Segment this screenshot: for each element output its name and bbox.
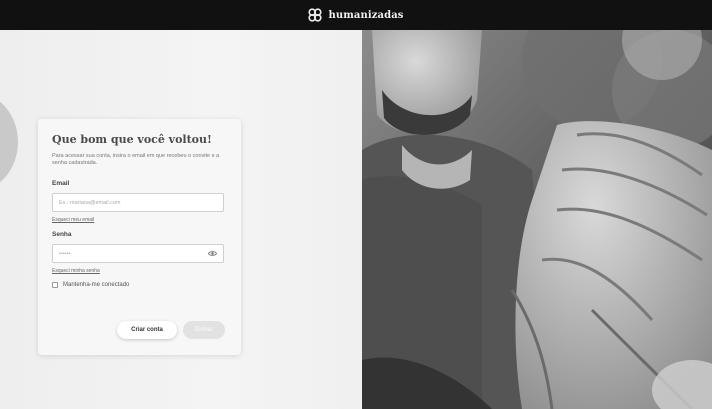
submit-button[interactable]: Entrar — [183, 321, 225, 339]
top-bar: humanizadas — [0, 0, 712, 30]
left-pane: Que bom que você voltou! Para acessar su… — [0, 30, 362, 409]
remember-me[interactable]: Mantenha-me conectado — [52, 282, 226, 288]
password-field[interactable] — [59, 250, 199, 257]
email-field-wrapper — [52, 193, 224, 212]
eye-icon[interactable] — [208, 250, 217, 257]
infinity-logo-icon — [308, 8, 323, 22]
email-field[interactable] — [59, 199, 199, 206]
decorative-circle — [0, 92, 18, 192]
create-account-button[interactable]: Criar conta — [117, 321, 177, 339]
login-subtitle: Para acessar sua conta, insira o email e… — [52, 153, 220, 166]
card-actions: Criar conta Entrar — [117, 321, 225, 339]
remember-label: Mantenha-me conectado — [63, 282, 130, 288]
brand-name: humanizadas — [328, 9, 404, 21]
forgot-email-link[interactable]: Esqueci meu email — [52, 217, 226, 223]
login-title: Que bom que você voltou! — [52, 133, 212, 146]
photo-illustration — [362, 30, 712, 409]
email-label: Email — [52, 180, 70, 187]
brand[interactable]: humanizadas — [308, 8, 403, 22]
login-card: Que bom que você voltou! Para acessar su… — [38, 119, 241, 355]
password-field-wrapper — [52, 244, 224, 263]
remember-checkbox[interactable] — [52, 282, 58, 288]
group-hands-together-photo — [362, 30, 712, 409]
password-label: Senha — [52, 231, 72, 238]
forgot-password-link[interactable]: Esqueci minha senha — [52, 268, 226, 274]
